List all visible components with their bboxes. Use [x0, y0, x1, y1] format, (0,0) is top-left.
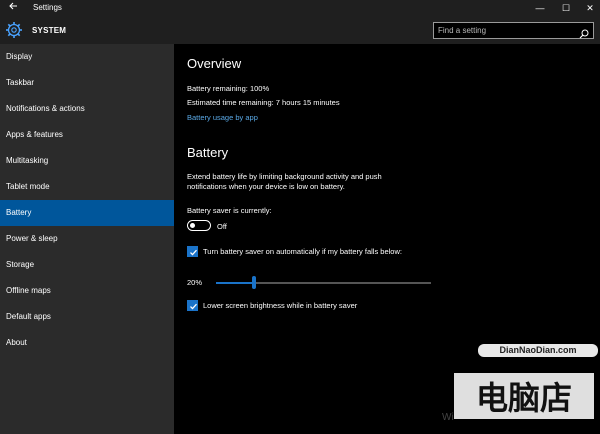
watermark-logo: 电脑店 — [454, 373, 594, 419]
sidebar-item-apps-features[interactable]: Apps & features — [0, 122, 174, 148]
sidebar-item-about[interactable]: About — [0, 330, 174, 356]
slider-fill — [216, 282, 254, 284]
battery-saver-toggle[interactable] — [187, 220, 211, 231]
watermark-os-text: Wi — [442, 412, 454, 423]
sidebar: Display Taskbar Notifications & actions … — [0, 44, 174, 434]
battery-heading: Battery — [187, 145, 229, 160]
sidebar-item-default-apps[interactable]: Default apps — [0, 304, 174, 330]
search-icon[interactable] — [579, 26, 589, 39]
section-title: SYSTEM — [32, 26, 67, 35]
sidebar-item-tablet-mode[interactable]: Tablet mode — [0, 174, 174, 200]
sidebar-item-notifications[interactable]: Notifications & actions — [0, 96, 174, 122]
svg-text:电脑店: 电脑店 — [476, 379, 572, 417]
sidebar-item-display[interactable]: Display — [0, 44, 174, 70]
sidebar-item-multitasking[interactable]: Multitasking — [0, 148, 174, 174]
battery-saver-status-label: Battery saver is currently: — [187, 206, 272, 215]
header: SYSTEM — [0, 17, 600, 44]
sidebar-item-power-sleep[interactable]: Power & sleep — [0, 226, 174, 252]
checkmark-icon — [190, 249, 197, 256]
battery-description-line1: Extend battery life by limiting backgrou… — [187, 172, 382, 181]
auto-on-checkbox[interactable] — [187, 246, 198, 257]
threshold-slider[interactable] — [216, 276, 431, 289]
slider-thumb[interactable] — [252, 276, 256, 289]
battery-remaining-text: Battery remaining: 100% — [187, 84, 270, 93]
overview-heading: Overview — [187, 56, 242, 71]
minimize-button[interactable]: — — [526, 0, 554, 17]
battery-description-line2: notifications when your device is low on… — [187, 182, 345, 191]
window-title: Settings — [33, 3, 62, 12]
checkmark-icon — [190, 303, 197, 310]
sidebar-item-battery[interactable]: Battery — [0, 200, 174, 226]
threshold-value-label: 20% — [187, 278, 203, 287]
close-button[interactable]: ✕ — [576, 0, 600, 17]
gear-icon — [5, 21, 23, 39]
search-box[interactable] — [433, 22, 594, 39]
lower-brightness-label: Lower screen brightness while in battery… — [203, 301, 358, 310]
toggle-state-label: Off — [217, 222, 227, 231]
toggle-knob — [190, 222, 195, 228]
sidebar-item-storage[interactable]: Storage — [0, 252, 174, 278]
watermark-url: DianNaoDian.com — [478, 344, 598, 357]
estimated-time-text: Estimated time remaining: 7 hours 15 min… — [187, 98, 340, 107]
lower-brightness-checkbox[interactable] — [187, 300, 198, 311]
search-input[interactable] — [438, 24, 573, 37]
sidebar-item-taskbar[interactable]: Taskbar — [0, 70, 174, 96]
title-bar: Settings — ☐ ✕ — [0, 0, 600, 17]
back-arrow-icon[interactable] — [6, 1, 20, 15]
sidebar-item-offline-maps[interactable]: Offline maps — [0, 278, 174, 304]
auto-on-label: Turn battery saver on automatically if m… — [203, 247, 402, 256]
battery-usage-link[interactable]: Battery usage by app — [187, 113, 258, 122]
